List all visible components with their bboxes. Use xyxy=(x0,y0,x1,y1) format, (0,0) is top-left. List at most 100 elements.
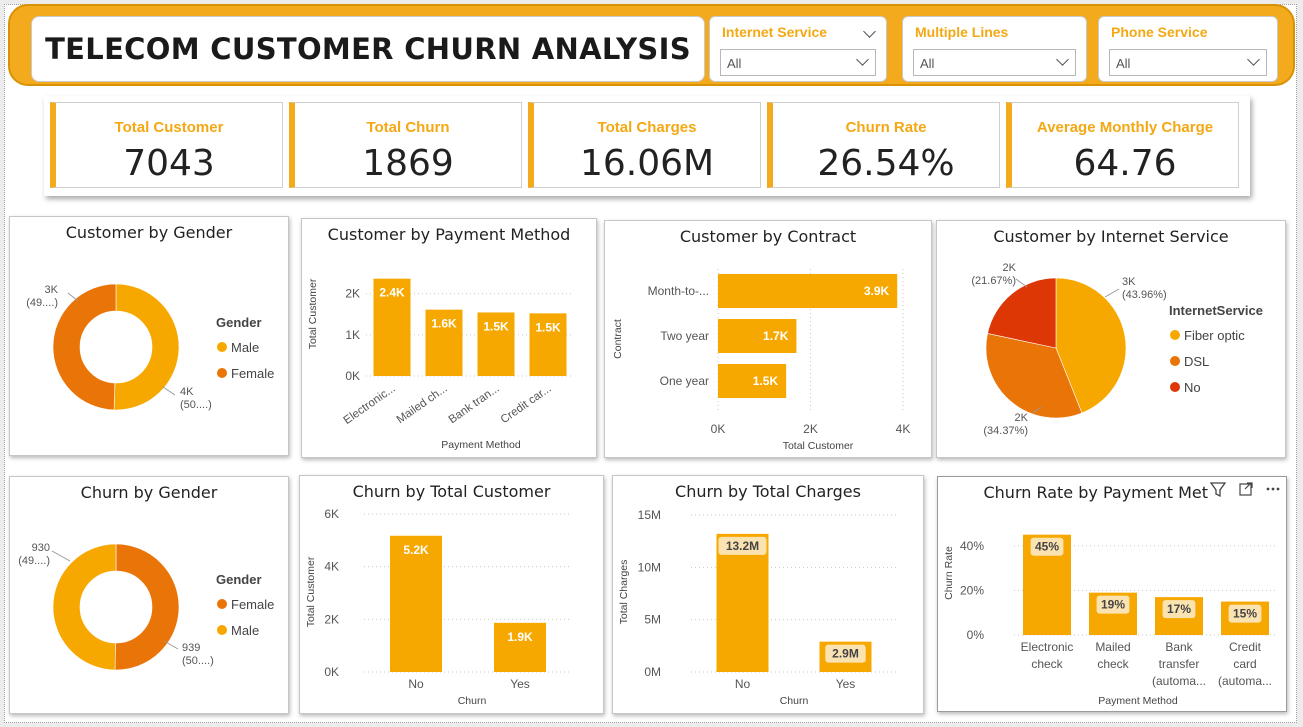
slicer-phone-service[interactable]: Phone Service All xyxy=(1098,16,1278,82)
kpi-value: 26.54% xyxy=(817,143,955,184)
y-tick-label: 1K xyxy=(345,328,360,342)
x-tick-label: Mailed ch... xyxy=(395,383,450,427)
leader-line xyxy=(1015,278,1028,288)
kpi-value: 1869 xyxy=(362,143,454,184)
x-tick-label: Mailed xyxy=(1095,640,1130,654)
y-tick-label: Two year xyxy=(660,329,709,343)
kpi-card-churn-rate[interactable]: Churn Rate 26.54% xyxy=(767,102,1000,188)
legend-label: Male xyxy=(231,623,259,638)
legend-marker xyxy=(217,342,227,352)
pie-chart: 3K(43.96%)2K(34.37%)2K(21.67%)InternetSe… xyxy=(971,262,1263,437)
leader-line xyxy=(162,386,176,396)
legend-label: Fiber optic xyxy=(1184,328,1245,343)
legend-label: No xyxy=(1184,380,1201,395)
legend-label: Male xyxy=(231,340,259,355)
y-tick-label: 6K xyxy=(324,507,339,521)
data-label: 3.9K xyxy=(864,284,890,298)
y-tick-label: 15M xyxy=(638,508,661,522)
slicer-multiple-lines[interactable]: Multiple Lines All xyxy=(902,16,1087,82)
x-tick-label: Electronic... xyxy=(342,383,398,427)
data-label: 2.4K xyxy=(379,286,405,300)
slicer-dropdown[interactable]: All xyxy=(1109,49,1267,76)
chart-churn-by-gender[interactable]: Churn by Gender 939 (50....) 930 (49....) Ge… xyxy=(9,476,289,714)
x-tick-label: Yes xyxy=(510,677,530,691)
x-tick-label: transfer xyxy=(1159,657,1200,671)
x-axis-title: Payment Method xyxy=(441,439,521,451)
x-tick-label: No xyxy=(735,677,751,691)
title-box: TELECOM CUSTOMER CHURN ANALYSIS xyxy=(31,16,705,82)
x-tick-label: 0K xyxy=(711,422,726,436)
legend-marker xyxy=(217,368,227,378)
legend-marker xyxy=(217,625,227,635)
y-tick-label: Month-to-... xyxy=(648,284,709,298)
slicer-value: All xyxy=(1116,56,1131,71)
slicer-dropdown[interactable]: All xyxy=(913,49,1076,76)
slicer-title: Internet Service xyxy=(722,24,828,40)
x-tick-label: Yes xyxy=(836,677,856,691)
data-label: 1.9K xyxy=(507,630,533,644)
page-title: TELECOM CUSTOMER CHURN ANALYSIS xyxy=(45,32,691,66)
legend-marker xyxy=(1170,330,1180,340)
chart-churn-by-total-charges[interactable]: Churn by Total Charges 0M 5M 10M 15M 13.2M No… xyxy=(612,475,924,714)
chevron-down-icon xyxy=(1247,53,1260,66)
horizontal-bar-chart: 0K 2K 4K 3.9K Month-to-... 1.7K Two year 1.5K On… xyxy=(612,269,911,452)
kpi-label: Total Churn xyxy=(366,119,450,136)
y-tick-label: 2K xyxy=(324,612,339,626)
leader-line xyxy=(67,292,79,302)
y-tick-label: 0% xyxy=(967,628,985,642)
data-label: 45% xyxy=(1035,540,1059,554)
data-label: 15% xyxy=(1233,607,1257,621)
x-tick-label: Credit car... xyxy=(499,383,554,427)
legend-title: Gender xyxy=(216,315,262,330)
data-label: 3K xyxy=(45,284,59,296)
kpi-card-total-customer[interactable]: Total Customer 7043 xyxy=(50,102,283,188)
slicer-value: All xyxy=(920,56,935,71)
slicer-internet-service[interactable]: Internet Service All xyxy=(709,16,887,82)
x-axis-title: Churn xyxy=(780,695,809,707)
donut-chart: 939(50....) 930(49....) Gender Female Male xyxy=(18,542,274,671)
kpi-value: 16.06M xyxy=(579,143,715,184)
pie-slice-male xyxy=(52,543,117,671)
chevron-down-icon[interactable] xyxy=(863,25,876,38)
data-label: 2K xyxy=(1003,262,1017,274)
x-tick-label: Bank xyxy=(1165,640,1193,654)
chart-customer-by-internet-service[interactable]: Customer by Internet Service 3K (43.96%) 2… xyxy=(936,220,1286,458)
chart-churn-rate-by-payment-method[interactable]: Churn Rate by Payment Met 0% 20% 40% 45% Ele… xyxy=(937,476,1287,712)
chart-customer-by-gender[interactable]: Customer by Gender 4K (50....) 3K (49....) G… xyxy=(9,216,289,456)
slicer-dropdown[interactable]: All xyxy=(720,49,876,76)
chevron-down-icon xyxy=(856,53,869,66)
data-label: 2.9M xyxy=(832,647,859,661)
y-tick-label: 0K xyxy=(324,665,339,679)
x-tick-label: check xyxy=(1097,657,1129,671)
slicer-title: Multiple Lines xyxy=(915,24,1009,40)
kpi-card-total-churn[interactable]: Total Churn 1869 xyxy=(289,102,522,188)
y-axis-title: Total Customer xyxy=(305,556,317,627)
data-label: (49....) xyxy=(18,555,50,567)
legend-label: Female xyxy=(231,366,274,381)
donut-chart: 4K(50....) 3K(49....) Gender Male Female xyxy=(26,283,274,411)
x-axis-title: Payment Method xyxy=(1098,695,1178,707)
leader-line xyxy=(51,550,71,562)
chart-customer-by-payment-method[interactable]: Customer by Payment Method 0K 1K 2K 2.4K Ele… xyxy=(301,218,597,458)
chart-customer-by-contract[interactable]: Customer by Contract 0K 2K 4K 3.9K Month-to-… xyxy=(604,220,932,458)
data-label: (50....) xyxy=(182,655,214,667)
x-axis-title: Churn xyxy=(458,695,487,707)
data-label: (34.37%) xyxy=(983,425,1028,437)
data-label: 2K xyxy=(1015,412,1029,424)
chart-churn-by-total-customer[interactable]: Churn by Total Customer 0K 2K 4K 6K 5.2K No 1.… xyxy=(299,475,604,714)
y-axis-title: Total Customer xyxy=(307,278,319,349)
legend-title: InternetService xyxy=(1169,303,1263,318)
leader-line xyxy=(1104,288,1120,298)
pie-slice-female xyxy=(114,543,180,671)
kpi-card-total-charges[interactable]: Total Charges 16.06M xyxy=(528,102,761,188)
kpi-card-average-monthly-charge[interactable]: Average Monthly Charge 64.76 xyxy=(1006,102,1239,188)
legend-marker xyxy=(217,599,227,609)
bar-chart: 0M 5M 10M 15M 13.2M No 2.9M Yes Churn Total Charg… xyxy=(618,508,897,707)
y-axis-title: Churn Rate xyxy=(943,546,955,600)
x-tick-label: 4K xyxy=(896,422,911,436)
legend-label: DSL xyxy=(1184,354,1209,369)
legend-marker xyxy=(1170,356,1180,366)
data-label: (50....) xyxy=(180,399,212,411)
y-tick-label: 40% xyxy=(960,539,984,553)
slicer-title: Phone Service xyxy=(1111,24,1208,40)
